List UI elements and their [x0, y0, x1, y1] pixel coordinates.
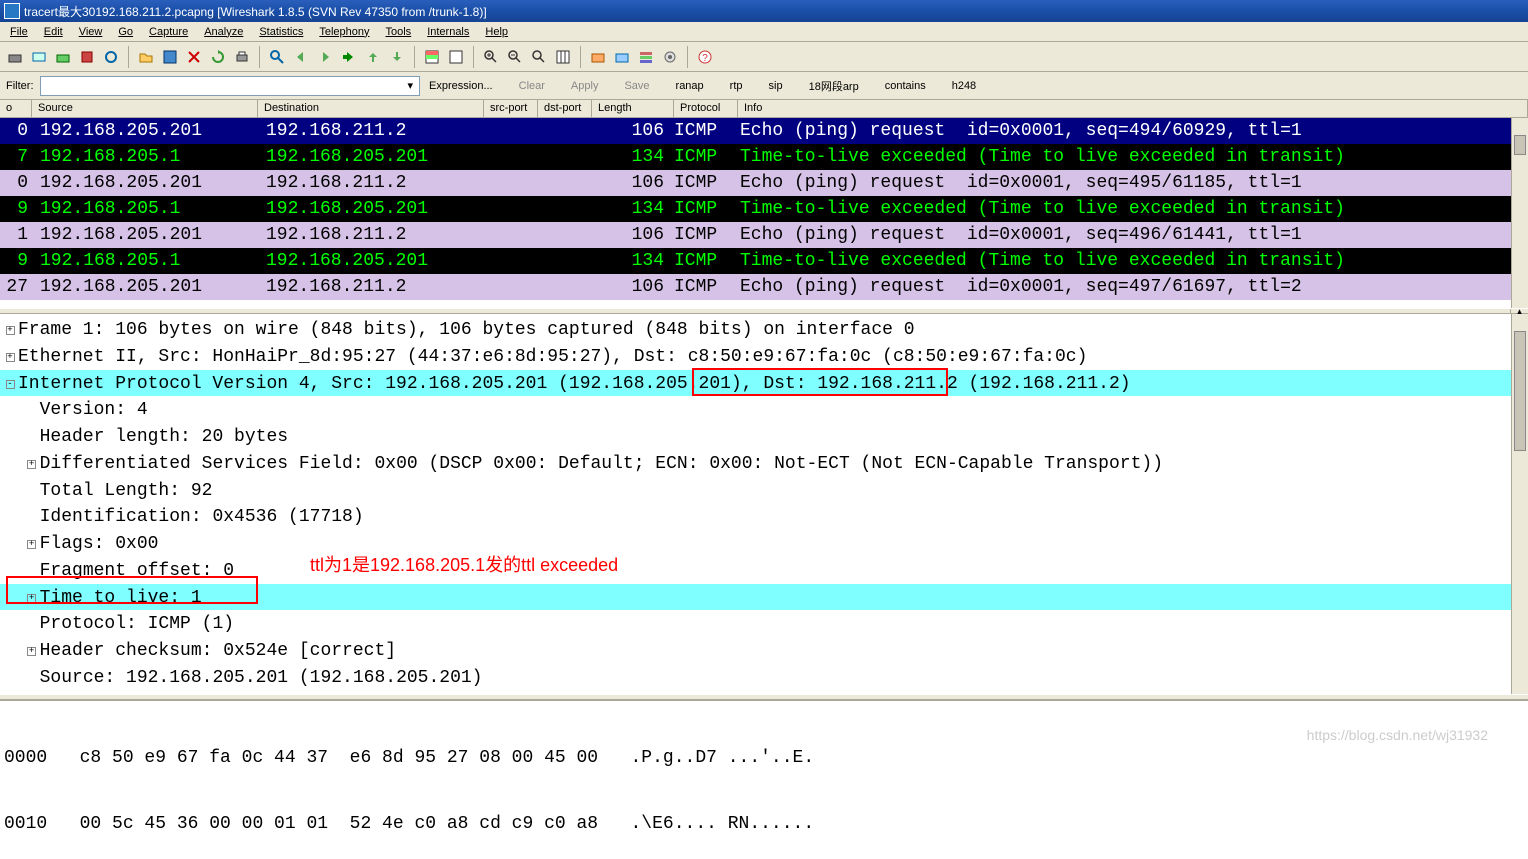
- reload-icon[interactable]: [207, 46, 229, 68]
- menu-help[interactable]: Help: [477, 24, 516, 40]
- options-icon[interactable]: [28, 46, 50, 68]
- detail-line[interactable]: +Flags: 0x00: [0, 530, 1528, 557]
- packet-row[interactable]: 9192.168.205.1192.168.205.201134ICMPTime…: [0, 196, 1528, 222]
- menu-go[interactable]: Go: [110, 24, 141, 40]
- go-back-icon[interactable]: [290, 46, 312, 68]
- interfaces-icon[interactable]: [4, 46, 26, 68]
- detail-line[interactable]: Source: 192.168.205.201 (192.168.205.201…: [0, 664, 1528, 691]
- col-header-length[interactable]: Length: [592, 100, 674, 117]
- go-forward-icon[interactable]: [314, 46, 336, 68]
- filter-expression[interactable]: Expression...: [419, 80, 503, 92]
- colorize-icon[interactable]: [421, 46, 443, 68]
- detail-line[interactable]: +Ethernet II, Src: HonHaiPr_8d:95:27 (44…: [0, 343, 1528, 370]
- menu-internals[interactable]: Internals: [419, 24, 477, 40]
- filter-bar: Filter: ▾ Expression... Clear Apply Save…: [0, 72, 1528, 100]
- col-header-protocol[interactable]: Protocol: [674, 100, 738, 117]
- detail-line[interactable]: +Header checksum: 0x524e [correct]: [0, 637, 1528, 664]
- window-titlebar: tracert最大30192.168.211.2.pcapng [Wiresha…: [0, 0, 1528, 22]
- annotation-box-ip: [692, 368, 948, 396]
- menu-statistics[interactable]: Statistics: [251, 24, 311, 40]
- filter-dropdown-icon[interactable]: ▾: [408, 79, 414, 92]
- menu-file[interactable]: File: [2, 24, 36, 40]
- app-icon: [4, 3, 20, 19]
- packet-row[interactable]: 27192.168.205.201192.168.211.2106ICMPEch…: [0, 274, 1528, 300]
- detail-line[interactable]: Destination: 192.168.211.2 (192.168.211.…: [0, 691, 1528, 695]
- zoom-out-icon[interactable]: [504, 46, 526, 68]
- annotation-text: ttl为1是192.168.205.1发的ttl exceeded: [310, 552, 618, 578]
- filter-rtp[interactable]: rtp: [720, 80, 753, 92]
- col-header-destination[interactable]: Destination: [258, 100, 484, 117]
- col-header-info[interactable]: Info: [738, 100, 1528, 117]
- packet-row[interactable]: 1192.168.205.201192.168.211.2106ICMPEcho…: [0, 222, 1528, 248]
- packet-list-header: o Source Destination src-port dst-port L…: [0, 100, 1528, 118]
- col-header-srcport[interactable]: src-port: [484, 100, 538, 117]
- main-toolbar: ?: [0, 42, 1528, 72]
- save-icon[interactable]: [159, 46, 181, 68]
- filter-label: Filter:: [6, 80, 34, 92]
- packet-list[interactable]: 0192.168.205.201192.168.211.2106ICMPEcho…: [0, 118, 1528, 308]
- packet-row[interactable]: 9192.168.205.1192.168.205.201134ICMPTime…: [0, 248, 1528, 274]
- filter-ranap[interactable]: ranap: [666, 80, 714, 92]
- go-to-icon[interactable]: [338, 46, 360, 68]
- find-icon[interactable]: [266, 46, 288, 68]
- help-icon[interactable]: ?: [694, 46, 716, 68]
- details-scrollbar[interactable]: [1511, 314, 1528, 694]
- filter-h248[interactable]: h248: [942, 80, 986, 92]
- detail-line[interactable]: +Frame 1: 106 bytes on wire (848 bits), …: [0, 316, 1528, 343]
- packet-row[interactable]: 0192.168.205.201192.168.211.2106ICMPEcho…: [0, 118, 1528, 144]
- start-capture-icon[interactable]: [52, 46, 74, 68]
- packet-scrollbar[interactable]: [1511, 118, 1528, 308]
- filter-input[interactable]: [40, 76, 420, 96]
- menu-capture[interactable]: Capture: [141, 24, 196, 40]
- detail-line[interactable]: Total Length: 92: [0, 477, 1528, 504]
- coloring-rules-icon[interactable]: [635, 46, 657, 68]
- menu-telephony[interactable]: Telephony: [311, 24, 377, 40]
- capture-filters-icon[interactable]: [587, 46, 609, 68]
- packet-row[interactable]: 0192.168.205.201192.168.211.2106ICMPEcho…: [0, 170, 1528, 196]
- resize-columns-icon[interactable]: [552, 46, 574, 68]
- detail-line[interactable]: Header length: 20 bytes: [0, 423, 1528, 450]
- scroll-up-icon[interactable]: ▴: [1510, 309, 1528, 313]
- stop-capture-icon[interactable]: [76, 46, 98, 68]
- col-header-no[interactable]: o: [0, 100, 32, 117]
- hex-line: 0010 00 5c 45 36 00 00 01 01 52 4e c0 a8…: [4, 813, 1524, 835]
- detail-line[interactable]: Protocol: ICMP (1): [0, 610, 1528, 637]
- detail-line[interactable]: +Differentiated Services Field: 0x00 (DS…: [0, 450, 1528, 477]
- filter-contains[interactable]: contains: [875, 80, 936, 92]
- detail-line[interactable]: Identification: 0x4536 (17718): [0, 503, 1528, 530]
- open-icon[interactable]: [135, 46, 157, 68]
- restart-capture-icon[interactable]: [100, 46, 122, 68]
- annotation-box-ttl: [6, 576, 258, 604]
- detail-line[interactable]: Version: 4: [0, 396, 1528, 423]
- zoom-in-icon[interactable]: [480, 46, 502, 68]
- packet-row[interactable]: 7192.168.205.1192.168.205.201134ICMPTime…: [0, 144, 1528, 170]
- auto-scroll-icon[interactable]: [445, 46, 467, 68]
- filter-apply[interactable]: Apply: [561, 80, 609, 92]
- zoom-reset-icon[interactable]: [528, 46, 550, 68]
- menu-bar: File Edit View Go Capture Analyze Statis…: [0, 22, 1528, 42]
- filter-save[interactable]: Save: [614, 80, 659, 92]
- go-last-icon[interactable]: [386, 46, 408, 68]
- go-first-icon[interactable]: [362, 46, 384, 68]
- packet-details[interactable]: +Frame 1: 106 bytes on wire (848 bits), …: [0, 314, 1528, 694]
- menu-tools[interactable]: Tools: [378, 24, 420, 40]
- hex-line: 0000 c8 50 e9 67 fa 0c 44 37 e6 8d 95 27…: [4, 747, 1524, 769]
- menu-view[interactable]: View: [71, 24, 111, 40]
- close-icon[interactable]: [183, 46, 205, 68]
- hex-dump[interactable]: 0000 c8 50 e9 67 fa 0c 44 37 e6 8d 95 27…: [0, 700, 1528, 859]
- watermark: https://blog.csdn.net/wj31932: [1307, 727, 1488, 743]
- menu-edit[interactable]: Edit: [36, 24, 71, 40]
- preferences-icon[interactable]: [659, 46, 681, 68]
- col-header-source[interactable]: Source: [32, 100, 258, 117]
- filter-clear[interactable]: Clear: [509, 80, 555, 92]
- display-filters-icon[interactable]: [611, 46, 633, 68]
- window-title: tracert最大30192.168.211.2.pcapng [Wiresha…: [24, 3, 487, 20]
- filter-arp[interactable]: 18网段arp: [799, 78, 869, 94]
- filter-sip[interactable]: sip: [759, 80, 793, 92]
- svg-text:?: ?: [702, 53, 708, 64]
- col-header-dstport[interactable]: dst-port: [538, 100, 592, 117]
- print-icon[interactable]: [231, 46, 253, 68]
- menu-analyze[interactable]: Analyze: [196, 24, 251, 40]
